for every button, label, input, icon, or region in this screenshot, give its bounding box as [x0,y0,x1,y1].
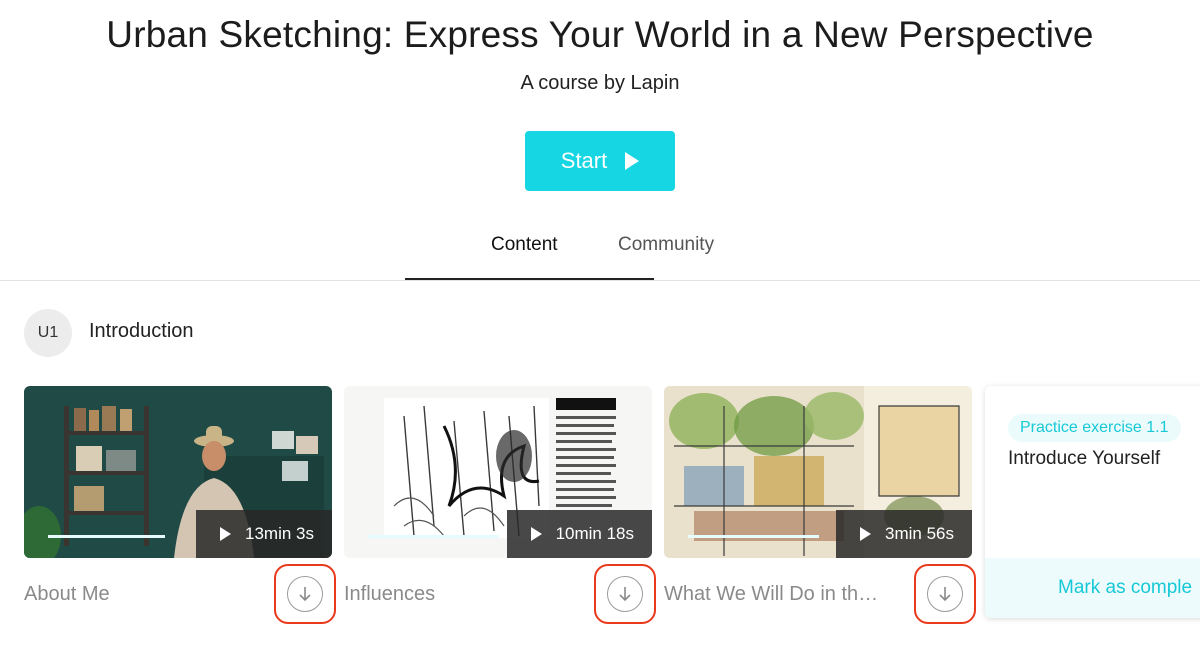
exercise-title: Introduce Yourself [1008,448,1161,469]
download-button[interactable] [914,564,976,624]
duration-overlay: 3min 56s [836,510,972,558]
mark-as-complete-button[interactable]: Mark as comple [985,558,1200,618]
video-card-what-we-will-do[interactable]: 3min 56s [664,386,972,558]
download-icon [927,576,963,612]
video-duration: 13min 3s [245,524,314,543]
video-duration: 10min 18s [555,524,634,543]
exercise-badge: Practice exercise 1.1 [1008,414,1181,442]
start-button[interactable]: Start [525,131,675,191]
video-title[interactable]: About Me [24,583,264,606]
video-card-influences[interactable]: 10min 18s [344,386,652,558]
watch-progress-bar [368,535,499,538]
play-icon [860,527,872,541]
download-button[interactable] [594,564,656,624]
video-duration: 3min 56s [885,524,954,543]
play-icon [530,527,542,541]
course-title: Urban Sketching: Express Your World in a… [106,14,1094,55]
download-button[interactable] [274,564,336,624]
practice-exercise-card[interactable]: Practice exercise 1.1 Introduce Yourself… [985,386,1200,618]
duration-overlay: 13min 3s [196,510,332,558]
play-icon [625,152,640,170]
duration-overlay: 10min 18s [506,510,652,558]
watch-progress-bar [48,535,165,538]
tab-community[interactable]: Community [618,234,714,256]
unit-title: Introduction [89,320,194,342]
video-card-about-me[interactable]: 13min 3s [24,386,332,558]
tab-bar: Content Community [0,222,1200,281]
download-icon [287,576,323,612]
download-icon [607,576,643,612]
unit-badge: U1 [24,309,72,357]
course-author: A course by Lapin [520,72,680,94]
video-title[interactable]: What We Will Do in the … [664,583,889,606]
video-title[interactable]: Influences [344,583,584,606]
watch-progress-bar [688,535,819,538]
start-button-label: Start [560,148,608,173]
tab-content[interactable]: Content [491,234,558,256]
active-tab-indicator [405,278,654,280]
play-icon [220,527,232,541]
